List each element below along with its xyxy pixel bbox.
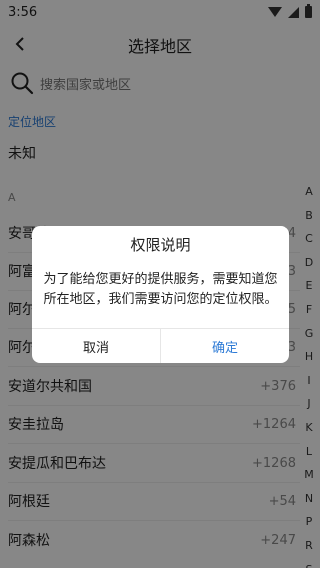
permission-dialog: 权限说明 为了能给您更好的提供服务，需要知道您所在地区，我们需要访问您的定位权限…	[32, 226, 289, 363]
dialog-title: 权限说明	[130, 236, 191, 254]
confirm-button[interactable]: 确定	[161, 329, 289, 363]
dialog-message: 为了能给您更好的提供服务，需要知道您所在地区，我们需要访问您的定位权限。	[43, 272, 278, 307]
cancel-button[interactable]: 取消	[32, 329, 160, 363]
